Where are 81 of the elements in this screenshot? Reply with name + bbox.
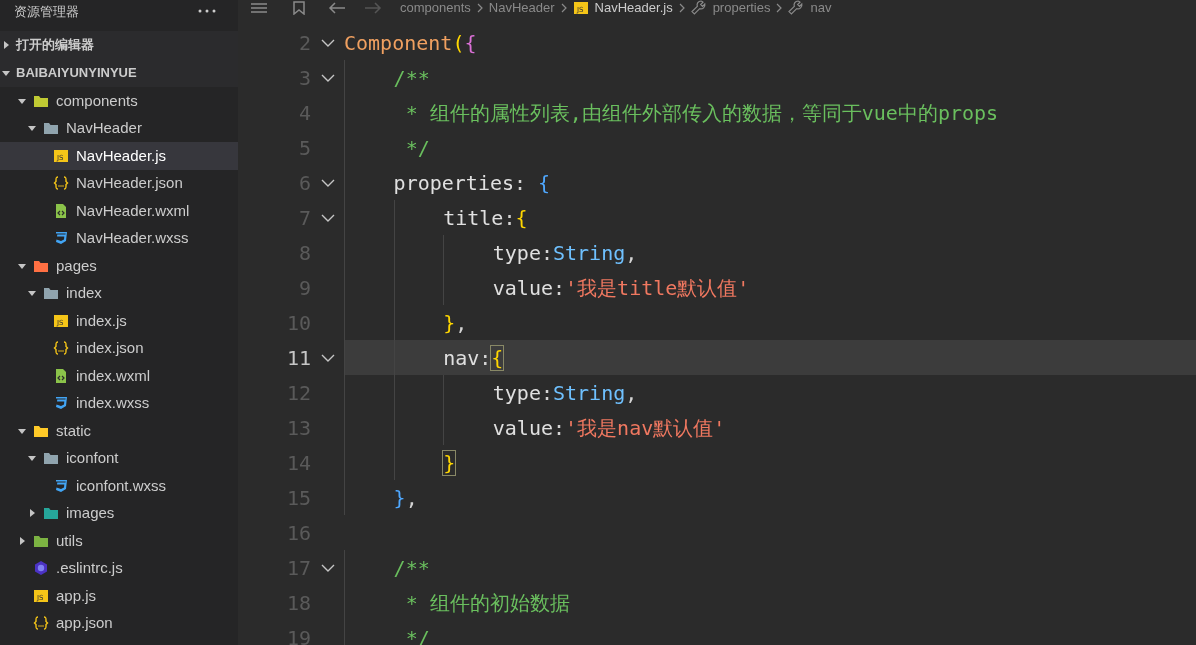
breadcrumb-item[interactable]: components [400, 0, 471, 16]
code-line: Component({ [344, 29, 477, 57]
list-icon[interactable] [250, 2, 268, 14]
code-line: } [443, 449, 456, 477]
folder-item[interactable]: utils [0, 527, 238, 555]
folder-icon [43, 120, 59, 137]
breadcrumb-item[interactable]: NavHeader [488, 0, 555, 16]
file-item[interactable]: index.json [0, 334, 238, 362]
section-header[interactable]: 打开的编辑器 [0, 31, 238, 59]
breadcrumb-item[interactable]: NavHeader.js [594, 0, 673, 16]
file-item[interactable]: NavHeader.wxss [0, 224, 238, 252]
breadcrumb-item[interactable]: nav [810, 0, 832, 16]
code-line: /** [393, 64, 430, 92]
folder-item[interactable]: iconfont [0, 444, 238, 472]
code-line: type:String, [492, 239, 638, 267]
file-item[interactable]: index.wxml [0, 362, 238, 390]
file-item[interactable]: .eslintrc.js [0, 554, 238, 582]
folder-item[interactable]: components [0, 87, 238, 115]
code-line: type:String, [492, 379, 638, 407]
code-line: nav:{ [443, 344, 504, 372]
folder-item[interactable]: static [0, 417, 238, 445]
markup-file-icon [53, 202, 69, 219]
file-item[interactable]: app.json [0, 609, 238, 637]
code-line: properties: { [393, 169, 551, 197]
folder-item[interactable]: pages [0, 252, 238, 280]
folder-item[interactable]: index [0, 279, 238, 307]
folder-item[interactable]: NavHeader [0, 114, 238, 142]
chevron-icon [560, 3, 567, 13]
expanded-caret-icon[interactable] [2, 69, 10, 77]
expanded-caret-icon[interactable] [18, 426, 26, 435]
expanded-caret-icon[interactable] [28, 124, 36, 133]
code-line: }, [443, 309, 468, 337]
braces-file-icon [53, 175, 69, 192]
wrench-icon [788, 0, 805, 16]
expanded-caret-icon[interactable] [18, 261, 26, 270]
expanded-caret-icon[interactable] [28, 454, 36, 463]
fold-chevron-icon[interactable] [320, 563, 335, 572]
more-icon[interactable] [198, 8, 216, 14]
collapsed-caret-icon[interactable] [18, 536, 26, 545]
section-header[interactable]: BAIBAIYUNYINYUE [0, 59, 238, 87]
line-number: 11 [285, 344, 311, 372]
fold-chevron-icon[interactable] [320, 38, 335, 47]
code-line: title:{ [443, 204, 528, 232]
panel-title: 资源管理器 [14, 3, 79, 21]
code-line: value:'我是nav默认值' [492, 414, 726, 442]
braces-file-icon [33, 615, 49, 632]
code-line: * 组件的初始数据 [404, 589, 570, 617]
file-item[interactable]: NavHeader.json [0, 169, 238, 197]
file-item[interactable]: index.wxss [0, 389, 238, 417]
file-item[interactable]: iconfont.wxss [0, 472, 238, 500]
code-line: */ [404, 134, 430, 162]
folder-icon [43, 505, 59, 522]
fold-chevron-icon[interactable] [320, 353, 335, 362]
code-line: value:'我是title默认值' [492, 274, 750, 302]
bookmark-icon[interactable] [292, 1, 306, 15]
fold-chevron-icon[interactable] [320, 178, 335, 187]
stylesheet-file-icon [53, 230, 69, 247]
fold-chevron-icon[interactable] [320, 213, 335, 222]
code-line: * 组件的属性列表,由组件外部传入的数据，等同于vue中的props [404, 99, 999, 127]
folder-icon [43, 450, 59, 467]
chevron-icon [678, 3, 685, 13]
collapsed-caret-icon[interactable] [28, 509, 36, 518]
back-arrow-icon[interactable] [328, 2, 346, 14]
collapsed-caret-icon[interactable] [2, 41, 10, 49]
expanded-caret-icon[interactable] [18, 96, 26, 105]
breadcrumb-item[interactable]: properties [712, 0, 771, 16]
folder-icon [43, 285, 59, 302]
folder-item[interactable]: images [0, 499, 238, 527]
hexagon-file-icon [33, 560, 49, 577]
chevron-icon [476, 3, 483, 13]
expanded-caret-icon[interactable] [28, 289, 36, 298]
fold-chevron-icon[interactable] [320, 73, 335, 82]
file-item[interactable]: NavHeader.wxml [0, 197, 238, 225]
chevron-icon [776, 3, 783, 13]
braces-file-icon [53, 340, 69, 357]
wrench-icon [690, 0, 707, 16]
stylesheet-file-icon [53, 477, 69, 494]
code-line: /** [393, 554, 430, 582]
markup-file-icon [53, 367, 69, 384]
stylesheet-file-icon [53, 395, 69, 412]
code-line: }, [393, 484, 418, 512]
